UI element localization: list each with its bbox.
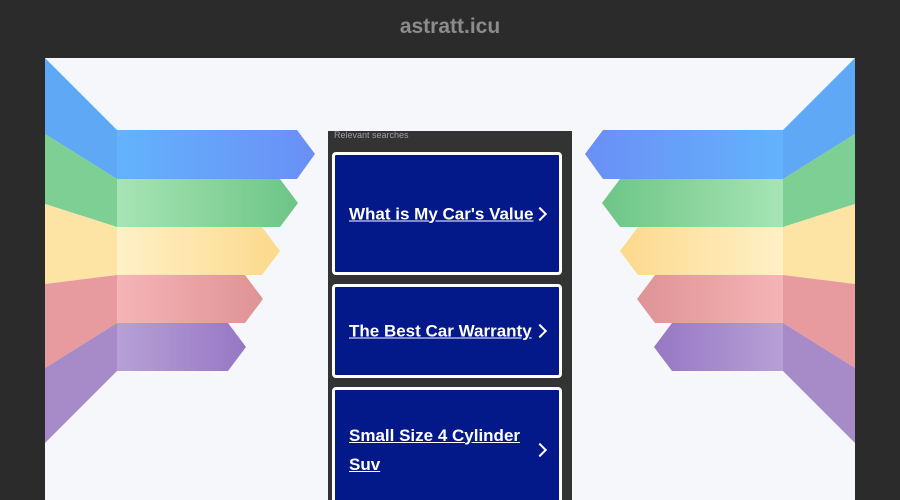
panel-title: Relevant searches [334,130,409,140]
search-card-car-warranty[interactable]: The Best Car Warranty [332,284,562,378]
relevant-searches-panel: Relevant searches What is My Car's Value… [328,131,572,500]
search-card-small-suv[interactable]: Small Size 4 Cylinder Suv [332,387,562,500]
search-card-label[interactable]: Small Size 4 Cylinder Suv [349,421,535,479]
parked-page-stage: Relevant searches What is My Car's Value… [45,58,855,500]
chevron-right-icon [532,442,548,457]
domain-header: astratt.icu [0,0,900,58]
chevron-right-icon [532,323,548,339]
domain-title: astratt.icu [399,15,501,38]
search-card-car-value[interactable]: What is My Car's Value [332,152,562,275]
chevron-right-icon [532,206,548,221]
search-card-label[interactable]: What is My Car's Value [349,199,535,228]
search-card-label[interactable]: The Best Car Warranty [349,317,535,346]
